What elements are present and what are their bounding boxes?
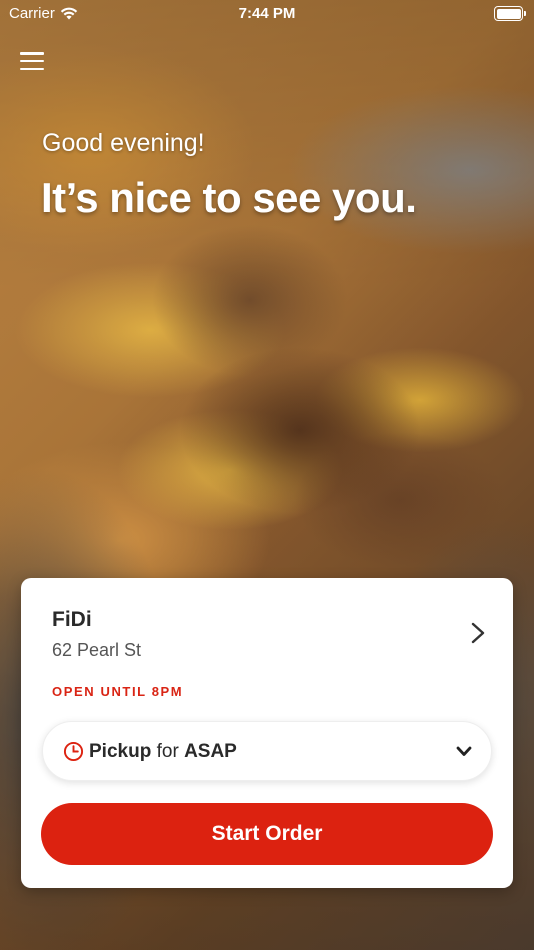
status-bar: Carrier 7:44 PM <box>0 0 534 30</box>
pickup-time: ASAP <box>184 741 237 762</box>
order-card: FiDi 62 Pearl St OPEN UNTIL 8PM Pickup f… <box>21 578 513 888</box>
chevron-right-icon <box>471 622 485 644</box>
pickup-mode: Pickup <box>89 741 152 762</box>
hamburger-menu-icon[interactable] <box>20 50 44 72</box>
battery-icon <box>494 6 526 21</box>
start-order-button[interactable]: Start Order <box>41 803 493 865</box>
greeting-text: Good evening! <box>42 129 205 157</box>
location-address: 62 Pearl St <box>52 640 142 660</box>
pickup-time-selector[interactable]: Pickup for ASAP <box>42 721 492 781</box>
status-time: 7:44 PM <box>238 5 296 22</box>
location-selector[interactable]: FiDi 62 Pearl St <box>21 578 513 673</box>
open-status: OPEN UNTIL 8PM <box>52 684 184 699</box>
headline-text: It’s nice to see you. <box>41 174 417 221</box>
pickup-label: Pickup for ASAP <box>89 741 237 763</box>
clock-icon <box>63 741 84 762</box>
pickup-connector: for <box>156 741 179 762</box>
location-name: FiDi <box>52 608 92 631</box>
chevron-down-icon <box>456 746 472 756</box>
